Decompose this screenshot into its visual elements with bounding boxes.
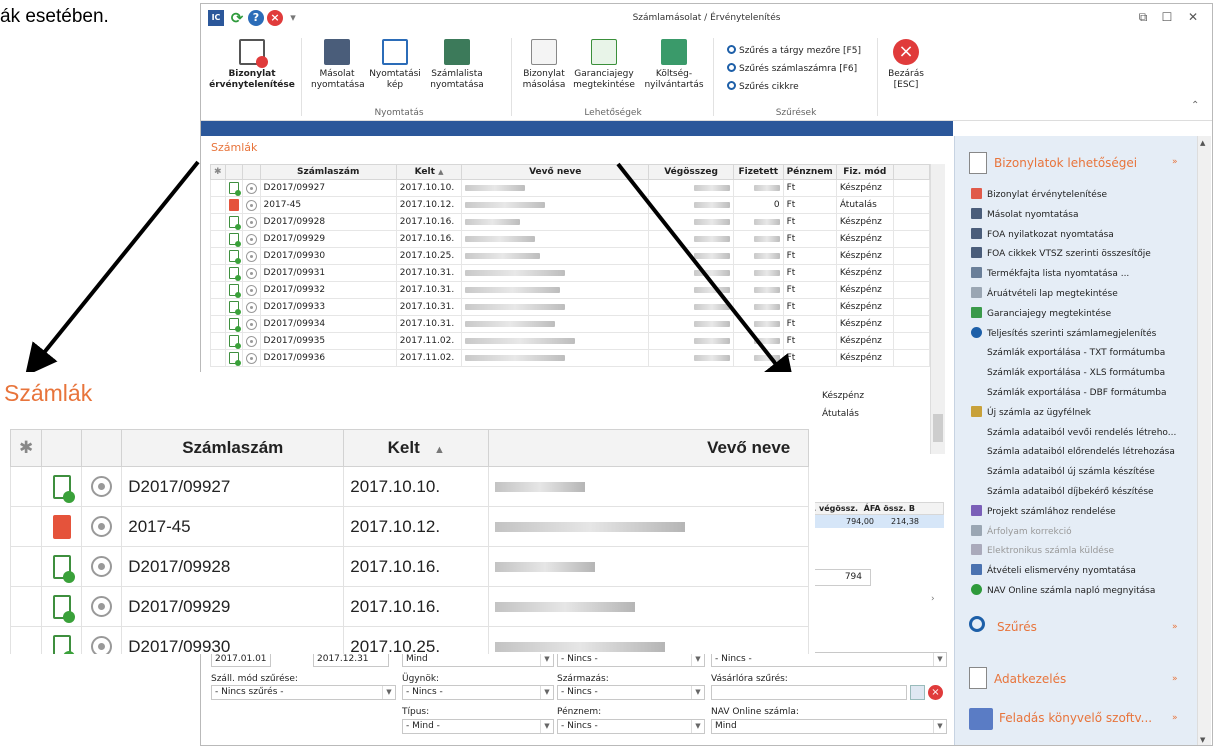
doc-ok-icon xyxy=(52,634,75,654)
blurred-name xyxy=(495,482,586,493)
zoom-col-date: Kelt ▲ xyxy=(343,429,490,467)
zoom-cell-date: 2017.10.16. xyxy=(343,586,490,627)
blurred-name xyxy=(495,642,666,653)
zoom-table-row: 2017-45 2017.10.12. xyxy=(10,506,810,547)
zoom-cell-number: D2017/09930 xyxy=(121,626,345,654)
doc-red-icon xyxy=(52,514,71,539)
status-ring-icon xyxy=(91,596,113,617)
status-ring-icon xyxy=(91,516,113,537)
blurred-name xyxy=(495,522,686,533)
zoom-table: ✱ Számlaszám Kelt ▲ Vevő neve D2017/0992… xyxy=(10,429,810,654)
zoom-table-body: D2017/09927 2017.10.10. 2017-45 2017.10.12.… xyxy=(10,466,810,654)
zoom-cell-date: 2017.10.25. xyxy=(343,626,490,654)
zoom-table-row: D2017/09929 2017.10.16. xyxy=(10,586,810,627)
zoom-table-row: D2017/09927 2017.10.10. xyxy=(10,466,810,507)
doc-ok-icon xyxy=(52,594,75,623)
arrow-left xyxy=(24,160,200,377)
status-ring-icon xyxy=(91,636,113,654)
zoom-cell-number: 2017-45 xyxy=(121,506,345,547)
blurred-name xyxy=(495,602,636,613)
arrow-right xyxy=(616,162,795,389)
zoom-cell-number: D2017/09929 xyxy=(121,586,345,627)
zoom-cell-number: D2017/09927 xyxy=(121,466,345,507)
status-ring-icon xyxy=(91,476,113,497)
zoom-cell-date: 2017.10.16. xyxy=(343,546,490,587)
zoom-col-number: Számlaszám xyxy=(121,429,345,467)
zoom-inset: Számlák ✱ Számlaszám Kelt ▲ Vevő neve D2… xyxy=(0,372,815,654)
status-ring-icon xyxy=(91,556,113,577)
zoom-cell-date: 2017.10.12. xyxy=(343,506,490,547)
zoom-cell-date: 2017.10.10. xyxy=(343,466,490,507)
zoom-col-buyer: Vevő neve xyxy=(488,429,810,467)
doc-ok-icon xyxy=(52,554,75,583)
zoom-title: Számlák xyxy=(4,380,93,406)
blurred-name xyxy=(495,562,596,573)
doc-ok-icon xyxy=(52,474,75,503)
zoom-settings-icon: ✱ xyxy=(10,429,43,467)
zoom-cell-number: D2017/09928 xyxy=(121,546,345,587)
zoom-table-row: D2017/09928 2017.10.16. xyxy=(10,546,810,587)
sort-asc-icon: ▲ xyxy=(433,444,445,456)
zoom-table-row: D2017/09930 2017.10.25. xyxy=(10,626,810,654)
